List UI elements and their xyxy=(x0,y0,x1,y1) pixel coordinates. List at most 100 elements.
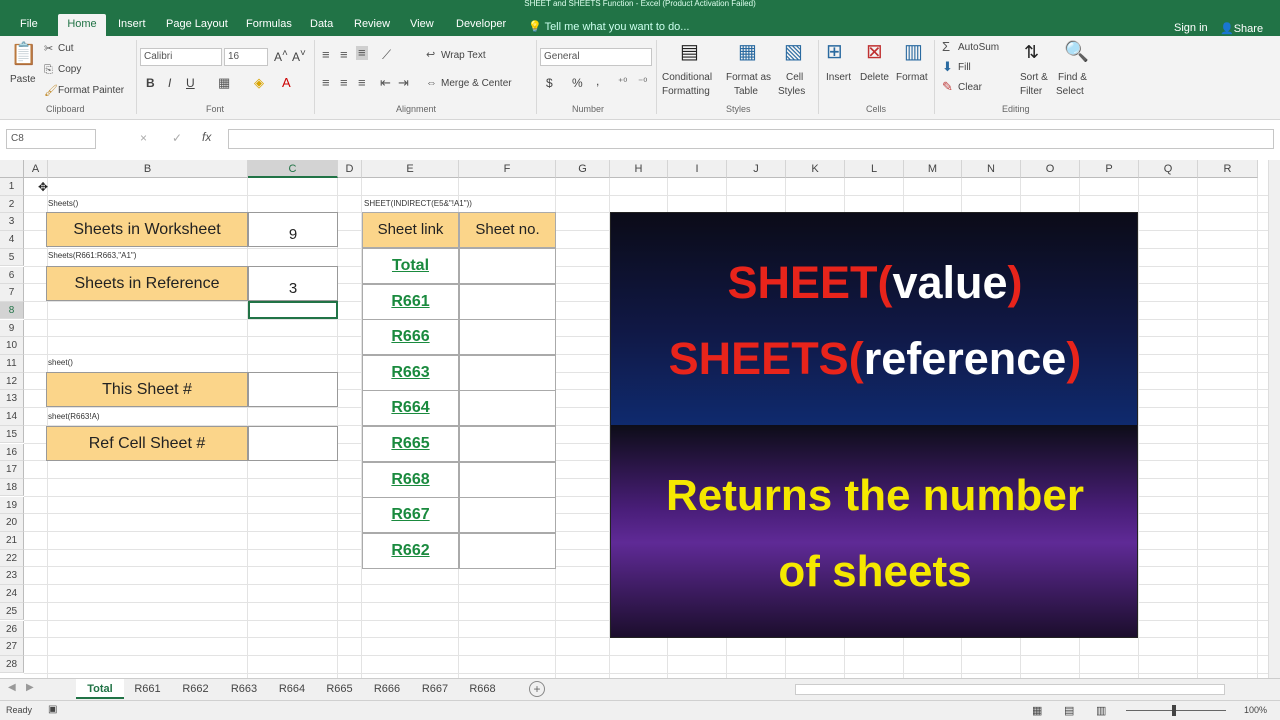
insert-cells-icon[interactable]: ⊞ xyxy=(826,40,843,64)
autosum-button[interactable]: AutoSum xyxy=(958,42,999,53)
sheet-tab[interactable]: R666 xyxy=(363,679,411,699)
sheet-hyperlink[interactable]: R666 xyxy=(391,328,429,345)
zoom-slider[interactable] xyxy=(1126,710,1226,711)
align-top-icon[interactable]: ≡ xyxy=(322,48,330,62)
sheet-hyperlink[interactable]: R664 xyxy=(391,399,429,416)
insert-function-icon[interactable]: fx xyxy=(202,130,211,144)
formula-input[interactable] xyxy=(228,129,1274,149)
sheet-hyperlink[interactable]: R661 xyxy=(391,293,429,310)
page-break-view-icon[interactable]: ▥ xyxy=(1096,704,1106,717)
sheet-no-cell[interactable] xyxy=(459,497,556,534)
column-header[interactable]: N xyxy=(962,160,1021,178)
decrease-decimal-icon[interactable]: ⁻⁰ xyxy=(638,76,647,90)
conditional-formatting-line1[interactable]: Conditional xyxy=(662,72,712,83)
format-as-table-icon[interactable]: ▦ xyxy=(738,40,757,64)
sheet-link-cell[interactable]: Total xyxy=(362,248,459,284)
cell-styles-line1[interactable]: Cell xyxy=(786,72,803,83)
row-header[interactable]: 20 xyxy=(0,514,24,532)
cell-styles-icon[interactable]: ▧ xyxy=(784,40,803,64)
worksheet-grid[interactable]: ABCDEFGHIJKLMNOPQR 1 2 3 4 5 6 7 8 9 10 11 12 13 14 15… xyxy=(0,160,1268,678)
paste-icon[interactable]: 📋 xyxy=(10,42,37,66)
format-as-table-line2[interactable]: Table xyxy=(734,86,758,97)
this-sheet-value[interactable] xyxy=(248,372,338,407)
font-name-select[interactable]: Calibri xyxy=(140,48,222,66)
row-header[interactable]: 10 xyxy=(0,337,24,355)
copy-button[interactable]: Copy xyxy=(58,64,81,75)
row-header[interactable]: 28 xyxy=(0,655,24,674)
sheets-in-reference-value[interactable]: 3 xyxy=(248,266,338,301)
sheet-no-cell[interactable] xyxy=(459,426,556,462)
column-header[interactable]: G xyxy=(556,160,610,178)
sheet-no-cell[interactable] xyxy=(459,248,556,284)
row-header[interactable]: 11 xyxy=(0,355,24,373)
select-all-corner[interactable] xyxy=(0,160,24,178)
delete-cells-icon[interactable]: ⊠ xyxy=(866,40,883,64)
sheet-tab[interactable]: Total xyxy=(76,679,124,699)
number-format-select[interactable]: General xyxy=(540,48,652,66)
format-cells-icon[interactable]: ▥ xyxy=(904,40,923,64)
currency-button[interactable]: $ xyxy=(546,76,553,90)
tab-review[interactable]: Review xyxy=(350,14,394,36)
sheet-hyperlink[interactable]: R663 xyxy=(391,364,429,381)
format-as-table-line1[interactable]: Format as xyxy=(726,72,771,83)
borders-icon[interactable]: ▦ xyxy=(218,76,230,90)
delete-cells-button[interactable]: Delete xyxy=(860,72,889,83)
align-bottom-icon[interactable]: ≡ xyxy=(356,46,368,60)
column-header[interactable]: R xyxy=(1198,160,1258,178)
sheet-no-cell[interactable] xyxy=(459,390,556,427)
sort-filter-line2[interactable]: Filter xyxy=(1020,86,1042,97)
zoom-level[interactable]: 100% xyxy=(1244,705,1267,715)
row-header[interactable]: 4 xyxy=(0,231,24,249)
selected-cell-c8[interactable] xyxy=(248,301,338,319)
row-header[interactable]: 9 xyxy=(0,319,24,338)
sheet-link-cell[interactable]: R664 xyxy=(362,390,459,427)
tab-scroll-left-icon[interactable]: ◀ xyxy=(8,682,16,693)
row-header[interactable]: 13 xyxy=(0,390,24,408)
macro-record-icon[interactable]: ▣ xyxy=(48,704,57,715)
increase-decimal-icon[interactable]: ⁺⁰ xyxy=(618,76,627,90)
row-header[interactable]: 8 xyxy=(0,301,24,320)
sheets-in-worksheet-label[interactable]: Sheets in Worksheet xyxy=(46,212,248,247)
grow-font-icon[interactable]: A˄ xyxy=(274,48,288,64)
row-header[interactable]: 7 xyxy=(0,284,24,302)
sheet-tab[interactable]: R661 xyxy=(124,679,171,699)
shrink-font-icon[interactable]: A˅ xyxy=(292,48,306,64)
ref-cell-sheet-label[interactable]: Ref Cell Sheet # xyxy=(46,426,248,461)
sheet-tab[interactable]: R662 xyxy=(171,679,220,699)
paste-button[interactable]: Paste xyxy=(10,74,36,85)
tab-insert[interactable]: Insert xyxy=(114,14,150,36)
share-button[interactable]: 👤Share xyxy=(1220,22,1263,35)
conditional-formatting-icon[interactable]: ▤ xyxy=(680,40,699,64)
find-select-line1[interactable]: Find & xyxy=(1058,72,1087,83)
align-middle-icon[interactable]: ≡ xyxy=(340,48,348,62)
decrease-indent-icon[interactable]: ⇤ xyxy=(380,76,391,90)
row-header[interactable]: 26 xyxy=(0,620,24,639)
sheet-tab[interactable]: R667 xyxy=(411,679,459,699)
row-header[interactable]: 15 xyxy=(0,425,24,444)
sheet-tab[interactable]: R665 xyxy=(316,679,363,699)
column-header[interactable]: L xyxy=(845,160,904,178)
sheet-no-cell[interactable] xyxy=(459,283,556,320)
sheet-no-cell[interactable] xyxy=(459,354,556,391)
format-painter-button[interactable]: Format Painter xyxy=(58,85,124,96)
sheet-hyperlink[interactable]: Total xyxy=(392,257,429,274)
sheet-hyperlink[interactable]: R665 xyxy=(391,435,429,452)
clear-icon[interactable]: ✎ xyxy=(942,80,953,94)
tab-view[interactable]: View xyxy=(406,14,438,36)
fill-button[interactable]: Fill xyxy=(958,62,971,73)
column-header[interactable]: Q xyxy=(1139,160,1198,178)
increase-indent-icon[interactable]: ⇥ xyxy=(398,76,409,90)
cut-button[interactable]: Cut xyxy=(58,43,74,54)
conditional-formatting-line2[interactable]: Formatting xyxy=(662,86,710,97)
copy-icon[interactable]: ⎘ xyxy=(44,63,53,77)
autosum-icon[interactable]: Σ xyxy=(942,40,950,54)
column-header[interactable]: M xyxy=(904,160,962,178)
format-cells-button[interactable]: Format xyxy=(896,72,928,83)
column-header[interactable]: O xyxy=(1021,160,1080,178)
sheet-tab[interactable]: R663 xyxy=(220,679,268,699)
merge-center-icon[interactable]: ⇔ xyxy=(426,76,437,90)
vertical-scrollbar[interactable] xyxy=(1268,160,1280,678)
merge-center-button[interactable]: Merge & Center xyxy=(441,78,512,89)
tab-page-layout[interactable]: Page Layout xyxy=(162,14,232,36)
sort-filter-icon[interactable]: ⇅ xyxy=(1024,40,1039,64)
